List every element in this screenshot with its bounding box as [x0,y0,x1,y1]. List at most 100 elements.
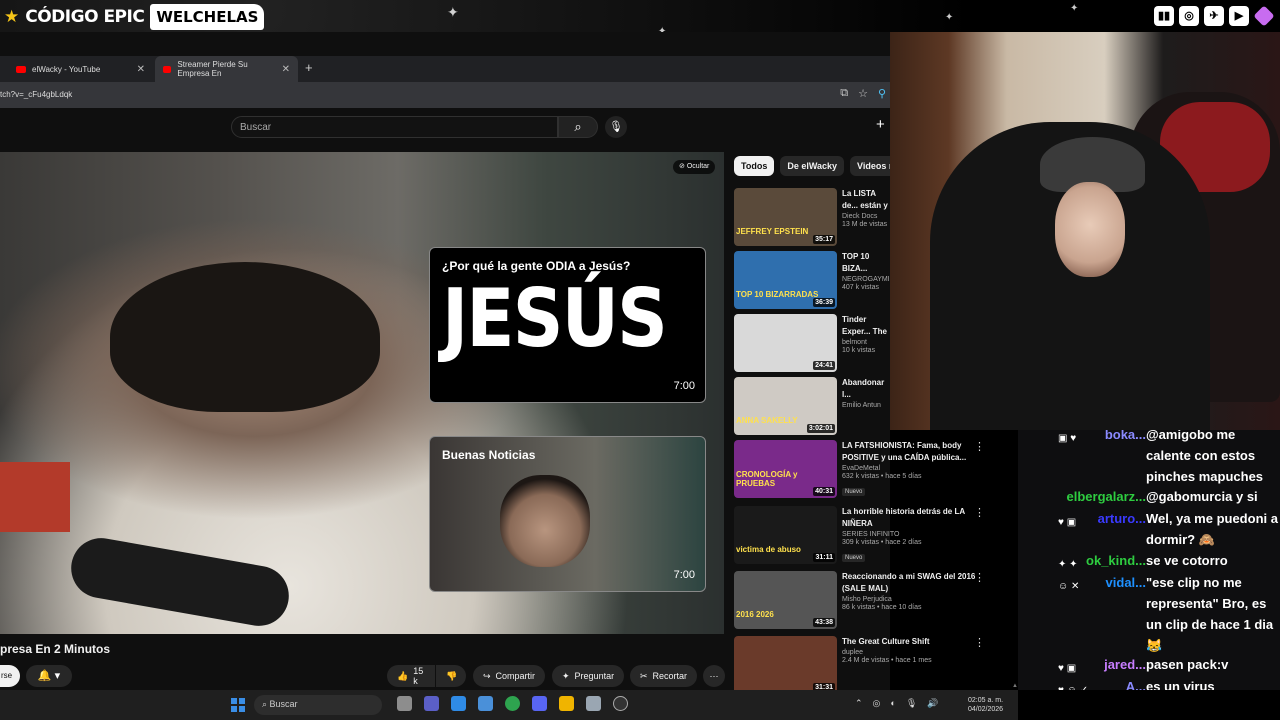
browser-tab[interactable]: elWacky - YouTube ✕ [8,56,153,82]
chrome-icon[interactable] [505,696,520,711]
video-person [110,262,380,412]
chip-all[interactable]: Todos [734,156,775,176]
dislike-button[interactable]: 👎 [436,665,466,687]
subscribe-button[interactable]: rse [0,665,20,687]
related-video-channel[interactable]: Emilio Antun [842,402,889,409]
search-input[interactable]: Buscar [231,116,558,138]
brand: ★ CÓDIGO EPIC WELCHELAS [4,4,265,30]
notification-bell-icon[interactable]: 🔔 ▾ [26,665,72,687]
clip-button[interactable]: ✂ Recortar [630,665,698,687]
related-video-item[interactable]: JEFFREY EPSTEIN 35:17 La LISTA de... están… [734,188,890,246]
photos-icon[interactable] [586,696,601,711]
file-explorer-icon[interactable] [559,696,574,711]
chat-scroll-icon[interactable]: ▲ [1012,683,1018,689]
obs-icon[interactable] [613,696,628,711]
related-video-item[interactable]: 24:41 Tinder Exper... The Recentbelmont10… [734,314,890,372]
more-actions-icon[interactable]: ⋯ [703,665,725,687]
copilot-icon[interactable] [451,696,466,711]
related-video-thumbnail[interactable]: CRONOLOGÍA y PRUEBAS 40:31 [734,440,837,498]
related-video-title[interactable]: LA FATSHIONISTA: Fama, body POSITIVE y u… [842,440,976,464]
related-video-info: Tinder Exper... The Recentbelmont10 k vi… [842,314,889,354]
related-video-item[interactable]: 2016 2026 43:38 Reaccionando a mi SWAG del… [734,571,985,629]
related-video-title[interactable]: The Great Culture Shift [842,636,976,648]
chat-username[interactable]: ok_kind... [1086,550,1146,571]
more-options-icon[interactable]: ⋮ [974,506,985,519]
close-icon[interactable]: ✕ [282,64,290,75]
related-video-title[interactable]: Abandonar l... aprendizajes [842,377,889,401]
end-card-title: ¿Por qué la gente ODIA a Jesús? [442,259,631,273]
related-video-title[interactable]: La LISTA de... están y por d [842,188,889,212]
ask-button[interactable]: ✦ Preguntar [552,665,625,687]
end-card-thumbnail [500,475,590,567]
task-view-icon[interactable] [397,696,412,711]
settings-icon[interactable] [478,696,493,711]
related-video-thumbnail[interactable]: TOP 10 BIZARRADAS 36:39 [734,251,837,309]
taskbar-clock[interactable]: 02:05 a. m. 04/02/2026 [968,696,1003,714]
related-video-channel[interactable]: SERIES INFINITO [842,531,976,538]
related-video-item[interactable]: ANNA SAKELLY 3:02:01 Abandonar l... aprend… [734,377,890,435]
related-video-thumbnail[interactable]: 24:41 [734,314,837,372]
diamond-icon [1253,5,1275,27]
like-button[interactable]: 👍 15 k [387,665,435,687]
video-player[interactable]: ⊘ Ocultar ¿Por qué la gente ODIA a Jesús… [0,152,724,634]
wifi-icon[interactable]: ◐ [890,698,895,709]
more-options-icon[interactable]: ⋮ [974,440,985,453]
network-icon[interactable]: ◎ [873,698,881,709]
related-video-item[interactable]: 31:31 The Great Culture Shift duplee 2.4 M … [734,636,985,694]
related-video-thumbnail[interactable]: victima de abuso 31:11 [734,506,837,564]
install-app-icon[interactable]: ⧉ [840,87,848,100]
url-field[interactable]: tch?v=_cFu4gbLdqk [0,90,72,99]
related-video-title[interactable]: La horrible historia detrás de LA NIÑERA [842,506,976,530]
related-video-item[interactable]: CRONOLOGÍA y PRUEBAS 40:31 LA FATSHIONISTA… [734,440,985,498]
related-video-info: La LISTA de... están y por dDieck Docs13… [842,188,889,228]
related-video-channel[interactable]: Misho Perjudica [842,596,976,603]
create-icon[interactable]: + [876,116,885,133]
bookmark-star-icon[interactable]: ☆ [858,87,868,100]
related-video-thumbnail[interactable]: 31:31 [734,636,837,694]
related-video-item[interactable]: TOP 10 BIZARRADAS36:39TOP 10 BIZA... KAN… [734,251,890,309]
chat-username[interactable]: jared... [1104,654,1146,675]
related-video-thumbnail[interactable]: 2016 2026 43:38 [734,571,837,629]
browser-tab-active[interactable]: Streamer Pierde Su Empresa En ✕ [155,56,298,82]
related-video-thumbnail[interactable]: ANNA SAKELLY 3:02:01 [734,377,837,435]
end-card-video[interactable]: ¿Por qué la gente ODIA a Jesús? JESÚS 7:… [429,247,706,403]
microphone-icon[interactable]: 🎙 [605,116,627,138]
hide-endscreen-button[interactable]: ⊘ Ocultar [673,160,716,174]
search-icon[interactable]: ⌕ [558,116,598,138]
new-tab-icon[interactable]: + [305,60,313,75]
taskbar-search-input[interactable]: ⌕ Buscar [254,695,382,715]
chat-username[interactable]: arturo... [1098,508,1146,529]
chat-username[interactable]: boka... [1105,430,1146,445]
related-video-channel[interactable]: duplee [842,649,976,656]
more-options-icon[interactable]: ⋮ [974,636,985,649]
related-video-title[interactable]: TOP 10 BIZA... KANYE WES [842,251,889,275]
related-video-channel[interactable]: EvaDeMetal [842,465,976,472]
social-links: ▮▮ ◎ ✈ ▶ [1154,5,1275,27]
discord-icon[interactable] [532,696,547,711]
tab-bar: elWacky - YouTube ✕ Streamer Pierde Su E… [0,56,890,82]
chevron-up-icon[interactable]: ⌃ [855,698,863,709]
teams-icon[interactable] [424,696,439,711]
related-video-channel[interactable]: NEGROGAYME [842,276,889,283]
end-card-title: Buenas Noticias [442,448,536,462]
end-card-video[interactable]: Buenas Noticias 7:00 [429,436,706,592]
chip-channel[interactable]: De elWacky [780,156,845,176]
microphone-icon[interactable]: 🎙 [906,698,917,709]
chat-username[interactable]: A... [1126,676,1146,690]
share-button[interactable]: ↪ Compartir [473,665,546,687]
related-video-title[interactable]: Tinder Exper... The Recent [842,314,889,338]
related-video-channel[interactable]: belmont [842,339,889,346]
instagram-icon: ◎ [1179,6,1199,26]
related-video-item[interactable]: victima de abuso 31:11 La horrible histori… [734,506,985,564]
related-video-title[interactable]: Reaccionando a mi SWAG del 2016 (SALE MA… [842,571,976,595]
chat-username[interactable]: elbergalarz... [1067,486,1146,507]
extension-icon[interactable]: ⚲ [878,87,886,100]
more-options-icon[interactable]: ⋮ [974,571,985,584]
related-video-channel[interactable]: Dieck Docs [842,213,889,220]
chat-username[interactable]: vidal... [1106,572,1146,593]
close-icon[interactable]: ✕ [137,64,145,75]
related-video-thumbnail[interactable]: JEFFREY EPSTEIN 35:17 [734,188,837,246]
volume-icon[interactable]: 🔊 [927,698,938,709]
windows-start-icon[interactable] [231,698,245,712]
related-video-meta: 632 k vistas • hace 5 días [842,473,922,480]
